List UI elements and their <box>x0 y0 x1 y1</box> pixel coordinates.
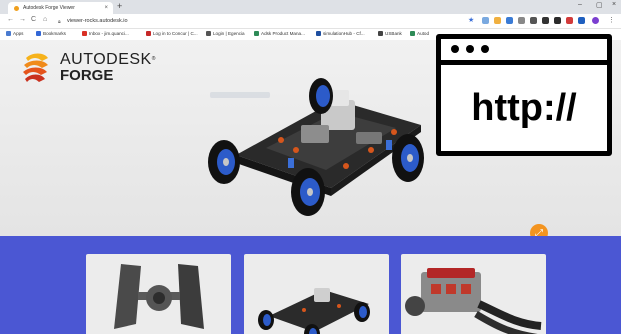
brand-autodesk: AUTODESK® <box>60 51 156 68</box>
extension-icon[interactable] <box>506 17 513 24</box>
bookmark-item[interactable]: Apps <box>6 31 23 36</box>
bookmark-item[interactable]: Autod <box>410 31 429 36</box>
v8-engine-thumbnail <box>405 268 542 334</box>
browser-tab[interactable]: Autodesk Forge Viewer × <box>8 2 113 14</box>
usbank-icon <box>378 31 383 36</box>
reload-icon[interactable]: C <box>31 16 36 23</box>
autodesk-icon <box>254 31 259 36</box>
home-icon[interactable]: ⌂ <box>43 16 47 23</box>
profile-avatar[interactable] <box>592 17 599 24</box>
bookmark-star-icon[interactable]: ★ <box>468 16 474 24</box>
extension-icon[interactable] <box>494 17 501 24</box>
bookmark-label: Bookmarks <box>43 31 66 36</box>
address-bar[interactable]: 🔒︎ viewer-rocks.autodesk.io <box>58 16 468 26</box>
bookmark-item[interactable]: Bookmarks <box>36 31 66 36</box>
bookmark-label: simulationHub - Cf... <box>323 31 365 36</box>
gallery-card-rc-car[interactable] <box>244 254 389 334</box>
tab-strip: Autodesk Forge Viewer × + – ▢ × <box>0 0 621 14</box>
bookmark-item[interactable]: Login | Egencia <box>206 31 245 36</box>
autodesk-forge-logo-icon <box>23 53 48 82</box>
back-icon[interactable]: ← <box>7 16 14 23</box>
concur-icon <box>146 31 151 36</box>
browser-toolbar: ← → C ⌂ 🔒︎ viewer-rocks.autodesk.io ★ ⋮ <box>0 14 621 29</box>
tab-title: Autodesk Forge Viewer <box>23 5 75 11</box>
http-browser-overlay: http:// <box>436 34 612 156</box>
extension-icon[interactable] <box>554 17 561 24</box>
bookmark-item[interactable]: Adsk Product Mana... <box>254 31 305 36</box>
bookmark-item[interactable]: Inbox - jim.quanci... <box>82 31 129 36</box>
rc-car-3d-model[interactable] <box>196 70 450 220</box>
extension-icon[interactable] <box>530 17 537 24</box>
bookmark-item[interactable]: USBank <box>378 31 402 36</box>
autodesk-icon <box>410 31 415 36</box>
extension-icon[interactable] <box>542 17 549 24</box>
url-text: viewer-rocks.autodesk.io <box>67 18 128 24</box>
menu-icon[interactable]: ⋮ <box>608 16 615 24</box>
forge-favicon-icon <box>14 5 19 11</box>
window-divider <box>441 60 607 65</box>
gallery-card-tie-fighter[interactable] <box>86 254 231 334</box>
window-dot-icon <box>466 45 474 53</box>
bookmark-label: USBank <box>385 31 402 36</box>
lock-icon: 🔒︎ <box>58 18 61 25</box>
forward-icon[interactable]: → <box>19 16 26 23</box>
close-tab-icon[interactable]: × <box>104 5 108 11</box>
close-window-button[interactable]: × <box>612 1 616 8</box>
http-text: http:// <box>471 87 577 129</box>
simhub-icon <box>316 31 321 36</box>
gallery-card-engine[interactable] <box>401 254 546 334</box>
maximize-button[interactable]: ▢ <box>596 1 603 9</box>
window-dot-icon <box>481 45 489 53</box>
browser-window: Autodesk Forge Viewer × + – ▢ × ← → C ⌂ … <box>0 0 621 334</box>
gmail-icon <box>82 31 87 36</box>
apps-grid-icon <box>6 31 11 36</box>
bookmark-label: Inbox - jim.quanci... <box>89 31 129 36</box>
minimize-button[interactable]: – <box>578 1 582 8</box>
window-dots <box>451 45 489 53</box>
extension-icon[interactable] <box>566 17 573 24</box>
star-icon <box>36 31 41 36</box>
extension-icon[interactable] <box>578 17 585 24</box>
window-dot-icon <box>451 45 459 53</box>
bookmark-label: Apps <box>13 31 24 36</box>
brand-wordmark: AUTODESK® FORGE <box>60 51 156 84</box>
bookmark-item[interactable]: simulationHub - Cf... <box>316 31 365 36</box>
extension-icon[interactable] <box>518 17 525 24</box>
tie-fighter-thumbnail <box>114 264 204 329</box>
bookmark-label: Login | Egencia <box>213 31 245 36</box>
brand-forge: FORGE <box>60 67 114 84</box>
egencia-icon <box>206 31 211 36</box>
bookmark-label: Adsk Product Mana... <box>261 31 305 36</box>
extension-icon[interactable] <box>482 17 489 24</box>
rc-car-thumbnail <box>258 288 370 334</box>
bookmark-item[interactable]: Log in to Concur | C... <box>146 31 198 36</box>
bookmark-label: Autod <box>417 31 430 36</box>
new-tab-button[interactable]: + <box>117 1 122 11</box>
bookmark-label: Log in to Concur | C... <box>153 31 198 36</box>
